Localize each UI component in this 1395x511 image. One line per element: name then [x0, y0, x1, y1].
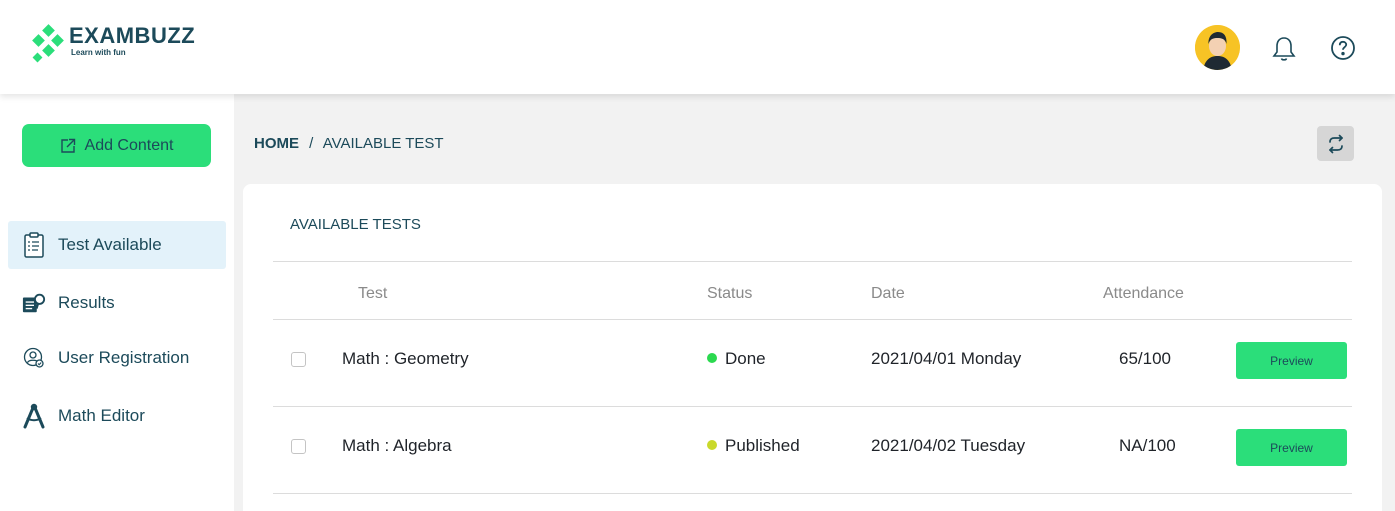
status-cell: Published — [707, 436, 800, 456]
column-header-status: Status — [707, 285, 753, 302]
test-name: Math : Algebra — [342, 436, 452, 455]
breadcrumb-separator: / — [309, 135, 314, 152]
status-cell: Done — [707, 349, 766, 369]
results-icon — [22, 290, 46, 316]
logo-mark-icon — [31, 24, 65, 64]
status-dot-icon — [707, 353, 717, 363]
table-row: Math : Geometry Done 2021/04/01 Monday 6… — [273, 320, 1352, 407]
test-date: 2021/04/01 Monday — [871, 349, 1022, 368]
breadcrumb: HOME / AVAILABLE TEST — [254, 135, 444, 152]
external-link-icon — [60, 138, 75, 153]
sidebar-item-label: Test Available — [58, 235, 162, 254]
refresh-icon — [1328, 134, 1343, 153]
logo[interactable]: EXAMBUZZ Learn with fun — [31, 24, 195, 64]
column-header-test: Test — [358, 285, 388, 302]
row-checkbox[interactable] — [291, 352, 306, 367]
add-content-label: Add Content — [84, 136, 174, 154]
brand-tagline: Learn with fun — [71, 48, 126, 57]
sidebar-item-test-available[interactable]: Test Available — [8, 221, 226, 269]
status-text: Done — [725, 349, 766, 368]
row-checkbox[interactable] — [291, 439, 306, 454]
status-dot-icon — [707, 440, 717, 450]
user-registration-icon — [22, 345, 46, 371]
test-name: Math : Geometry — [342, 349, 469, 368]
breadcrumb-current: AVAILABLE TEST — [322, 135, 444, 152]
attendance-value: NA/100 — [1119, 436, 1176, 455]
sidebar-item-results[interactable]: Results — [8, 279, 226, 327]
preview-button[interactable]: Preview — [1236, 342, 1347, 379]
sidebar: Add Content Test Available Results User … — [0, 94, 234, 511]
attendance-value: 65/100 — [1119, 349, 1171, 368]
add-content-button[interactable]: Add Content — [22, 124, 211, 167]
status-text: Published — [725, 436, 800, 455]
sidebar-item-user-registration[interactable]: User Registration — [8, 334, 226, 382]
sidebar-item-label: Math Editor — [58, 406, 145, 425]
divider — [273, 261, 1352, 262]
column-header-date: Date — [871, 285, 905, 302]
clipboard-icon — [22, 232, 46, 258]
brand-name: EXAMBUZZ — [69, 23, 196, 48]
card-title: AVAILABLE TESTS — [290, 216, 421, 233]
available-tests-card: AVAILABLE TESTS Test Status Date Attenda… — [243, 184, 1382, 511]
sidebar-item-label: Results — [58, 293, 115, 312]
breadcrumb-home[interactable]: HOME — [254, 135, 299, 152]
sidebar-item-math-editor[interactable]: Math Editor — [8, 392, 226, 440]
user-avatar[interactable] — [1195, 25, 1240, 70]
compass-icon — [22, 403, 46, 429]
sidebar-item-label: User Registration — [58, 348, 190, 367]
help-icon[interactable] — [1330, 35, 1356, 61]
column-header-attendance: Attendance — [1103, 285, 1184, 302]
preview-button[interactable]: Preview — [1236, 429, 1347, 466]
top-bar: EXAMBUZZ Learn with fun — [0, 0, 1395, 94]
divider — [273, 493, 1352, 494]
refresh-button[interactable] — [1317, 126, 1354, 161]
test-date: 2021/04/02 Tuesday — [871, 436, 1026, 455]
table-row: Math : Algebra Published 2021/04/02 Tues… — [273, 407, 1352, 494]
bell-icon[interactable] — [1271, 35, 1297, 63]
